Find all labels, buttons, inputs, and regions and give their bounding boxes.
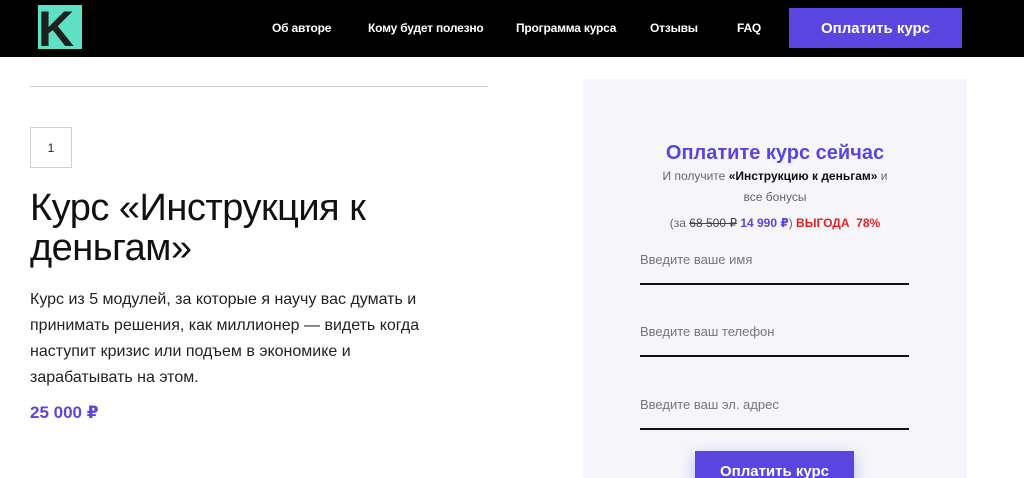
course-title: Курс «Инструкция к деньгам»: [30, 187, 366, 269]
order-card-subtitle-line2: все бонусы: [743, 190, 807, 204]
divider: [30, 86, 488, 87]
logo-letter: K: [38, 5, 75, 49]
logo[interactable]: K: [38, 5, 82, 49]
gain-label: ВЫГОДА: [796, 216, 850, 230]
deal-prefix: (за: [669, 216, 690, 230]
gain-percent: 78%: [856, 216, 881, 230]
new-price: 14 990 ₽: [740, 216, 789, 230]
old-price: 68 500 ₽: [689, 216, 737, 230]
phone-input[interactable]: [640, 321, 909, 355]
deal-line: (за 68 500 ₽ 14 990 ₽) ВЫГОДА 78%: [583, 216, 967, 230]
nav-item-about-author[interactable]: Об авторе: [272, 21, 331, 35]
subtitle-prefix: И получите: [662, 169, 729, 183]
course-price: 25 000 ₽: [30, 403, 99, 422]
quantity-box[interactable]: 1: [30, 127, 72, 168]
course-description: Курс из 5 модулей, за которые я научу ва…: [30, 291, 420, 386]
email-field: [640, 394, 909, 430]
nav-item-faq[interactable]: FAQ: [737, 21, 761, 35]
subtitle-course-name: «Инструкцию к деньгам»: [728, 169, 878, 183]
subtitle-suffix: и: [877, 169, 888, 183]
email-input[interactable]: [640, 394, 909, 428]
top-navigation-bar: K Об авторе Кому будет полезно Программа…: [0, 0, 1024, 57]
nav-item-reviews[interactable]: Отзывы: [650, 21, 698, 35]
pay-course-button-form[interactable]: Оплатить курс: [695, 451, 854, 478]
deal-close: ): [788, 216, 793, 230]
name-input[interactable]: [640, 249, 909, 283]
nav-item-program[interactable]: Программа курса: [516, 21, 616, 35]
name-field: [640, 249, 909, 285]
pay-course-button-header[interactable]: Оплатить курс: [789, 8, 962, 48]
order-card-subtitle: И получите «Инструкцию к деньгам» и: [583, 169, 967, 183]
phone-field: [640, 321, 909, 357]
order-card-title: Оплатите курс сейчас: [665, 142, 885, 164]
nav-item-who-benefits[interactable]: Кому будет полезно: [368, 21, 484, 35]
